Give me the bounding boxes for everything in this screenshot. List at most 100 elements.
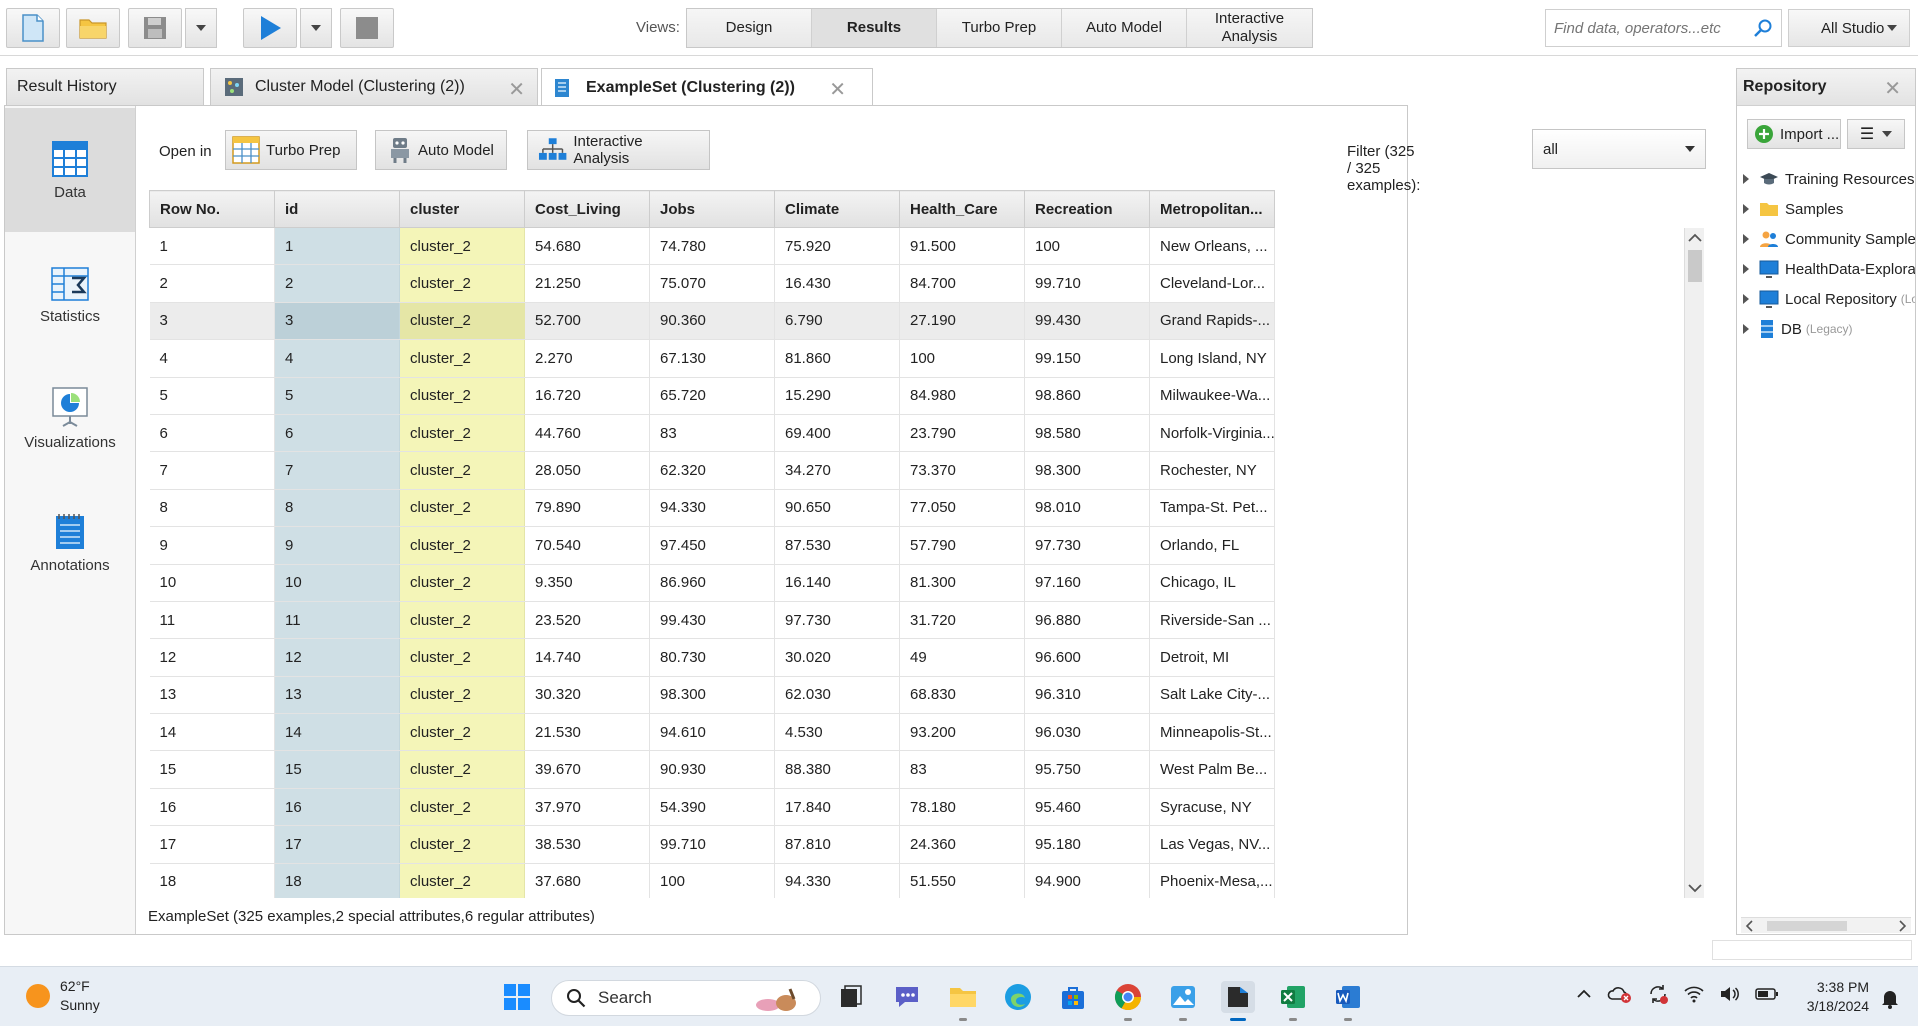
table-row[interactable]: 5 5 cluster_2 16.720 65.720 15.290 84.980 98.86…: [149, 377, 1275, 415]
taskbar-rapidminer[interactable]: [1221, 981, 1255, 1021]
chevron-up-icon[interactable]: [1685, 230, 1705, 246]
tab-exampleset[interactable]: ExampleSet (Clustering (2)) ✕: [541, 68, 873, 106]
table-row[interactable]: 10 10 cluster_2 9.350 86.960 16.140 81.300 97.1…: [149, 564, 1275, 602]
column-header[interactable]: Jobs: [649, 190, 775, 228]
close-icon[interactable]: ✕: [508, 77, 525, 102]
table-row[interactable]: 11 11 cluster_2 23.520 99.430 97.730 31.720 96.…: [149, 601, 1275, 640]
taskbar-chat[interactable]: [890, 981, 924, 1013]
tab-result-history[interactable]: Result History: [6, 68, 204, 105]
expand-arrow-icon[interactable]: [1743, 264, 1749, 274]
table-row[interactable]: 14 14 cluster_2 21.530 94.610 4.530 93.200 96.0…: [149, 713, 1275, 752]
taskbar-photos[interactable]: [1166, 981, 1200, 1021]
table-row[interactable]: 18 18 cluster_2 37.680 100 94.330 51.550 94.900…: [149, 863, 1275, 898]
view-turbo-prep[interactable]: Turbo Prep: [937, 9, 1062, 47]
chevron-right-icon[interactable]: [1895, 919, 1909, 933]
sync-icon[interactable]: [1647, 983, 1669, 1005]
column-header[interactable]: cluster: [399, 190, 525, 228]
close-icon[interactable]: ✕: [1884, 76, 1901, 101]
filter-select[interactable]: all: [1532, 129, 1706, 169]
cloud-sync-error-icon[interactable]: [1607, 984, 1633, 1004]
save-process-button[interactable]: [128, 8, 182, 48]
column-header[interactable]: Climate: [774, 190, 900, 228]
expand-arrow-icon[interactable]: [1743, 324, 1749, 334]
table-row[interactable]: 16 16 cluster_2 37.970 54.390 17.840 78.180 95.…: [149, 788, 1275, 827]
open-in-auto-model-button[interactable]: Auto Model: [375, 130, 507, 170]
run-process-button[interactable]: [243, 8, 297, 48]
taskbar-edge[interactable]: [1001, 981, 1035, 1013]
repo-item-training-resources[interactable]: Training Resources: [1743, 167, 1915, 191]
volume-icon[interactable]: [1719, 985, 1741, 1003]
column-header[interactable]: Health_Care: [899, 190, 1025, 228]
table-row[interactable]: 6 6 cluster_2 44.760 83 69.400 23.790 98.580 Nor…: [149, 414, 1275, 453]
expand-arrow-icon[interactable]: [1743, 294, 1749, 304]
taskbar-search[interactable]: Search: [551, 980, 821, 1016]
search-icon[interactable]: [1753, 18, 1773, 38]
repo-item-local-repository[interactable]: Local Repository (Lo: [1743, 287, 1915, 311]
global-search-input[interactable]: [1554, 19, 1754, 37]
table-row[interactable]: 13 13 cluster_2 30.320 98.300 62.030 68.830 96.…: [149, 676, 1275, 715]
column-header[interactable]: Row No.: [149, 190, 275, 228]
repo-item-db[interactable]: DB (Legacy): [1743, 317, 1853, 341]
view-design[interactable]: Design: [687, 9, 812, 47]
table-row[interactable]: 1 1 cluster_2 54.680 74.780 75.920 91.500 100 Ne…: [149, 227, 1275, 266]
close-icon[interactable]: ✕: [829, 77, 846, 102]
table-vertical-scrollbar[interactable]: [1684, 228, 1704, 898]
import-button[interactable]: Import ...: [1747, 119, 1841, 149]
chevron-down-icon[interactable]: [1685, 880, 1705, 896]
table-row[interactable]: 9 9 cluster_2 70.540 97.450 87.530 57.790 97.73…: [149, 526, 1275, 565]
column-header[interactable]: Cost_Living: [524, 190, 650, 228]
repo-item-community-samples[interactable]: Community Samples: [1743, 227, 1915, 251]
task-view-button[interactable]: [834, 981, 868, 1013]
nav-statistics[interactable]: Statistics: [5, 232, 135, 356]
open-in-turbo-prep-button[interactable]: Turbo Prep: [225, 130, 357, 170]
weather-widget[interactable]: 62°F Sunny: [26, 977, 100, 1015]
view-auto-model[interactable]: Auto Model: [1062, 9, 1187, 47]
scrollbar-thumb[interactable]: [1688, 250, 1702, 282]
wifi-icon[interactable]: [1683, 985, 1705, 1003]
table-row[interactable]: 2 2 cluster_2 21.250 75.070 16.430 84.700 99.71…: [149, 264, 1275, 303]
battery-icon[interactable]: [1755, 987, 1779, 1001]
run-options-dropdown[interactable]: [300, 8, 332, 48]
repository-horizontal-scrollbar[interactable]: [1741, 917, 1911, 933]
view-interactive-analysis[interactable]: Interactive Analysis: [1187, 9, 1312, 47]
table-row[interactable]: 3 3 cluster_2 52.700 90.360 6.790 27.190 99.430…: [149, 302, 1275, 341]
repository-menu-button[interactable]: ☰: [1847, 119, 1905, 149]
column-header[interactable]: id: [274, 190, 400, 228]
start-button[interactable]: [500, 981, 534, 1013]
notification-bell-icon[interactable]: [1880, 987, 1900, 1009]
taskbar-chrome[interactable]: [1111, 981, 1145, 1021]
column-header[interactable]: Metropolitan...: [1149, 190, 1275, 228]
nav-data[interactable]: Data: [5, 108, 135, 232]
new-process-button[interactable]: [6, 8, 60, 48]
taskbar-excel[interactable]: [1276, 981, 1310, 1021]
table-row[interactable]: 4 4 cluster_2 2.270 67.130 81.860 100 99.150 Lon…: [149, 339, 1275, 378]
taskbar-clock[interactable]: 3:38 PM 3/18/2024: [1797, 978, 1869, 1016]
table-row[interactable]: 15 15 cluster_2 39.670 90.930 88.380 83 95.750 W…: [149, 750, 1275, 789]
table-row[interactable]: 7 7 cluster_2 28.050 62.320 34.270 73.370 98.30…: [149, 451, 1275, 490]
expand-arrow-icon[interactable]: [1743, 234, 1749, 244]
taskbar-file-explorer[interactable]: [946, 981, 980, 1021]
view-results[interactable]: Results: [812, 9, 937, 47]
expand-arrow-icon[interactable]: [1743, 204, 1749, 214]
table-row[interactable]: 12 12 cluster_2 14.740 80.730 30.020 49 96.600 D…: [149, 638, 1275, 677]
taskbar-word[interactable]: [1331, 981, 1365, 1021]
table-cell: 6.790: [774, 302, 900, 341]
save-options-dropdown[interactable]: [185, 8, 217, 48]
column-header[interactable]: Recreation: [1024, 190, 1150, 228]
chevron-left-icon[interactable]: [1743, 919, 1757, 933]
tab-cluster-model[interactable]: Cluster Model (Clustering (2)) ✕: [210, 68, 538, 105]
table-row[interactable]: 8 8 cluster_2 79.890 94.330 90.650 77.050 98.01…: [149, 489, 1275, 528]
scrollbar-thumb[interactable]: [1767, 921, 1847, 931]
studio-selector[interactable]: All Studio: [1788, 9, 1910, 47]
open-in-interactive-analysis-button[interactable]: Interactive Analysis: [527, 130, 710, 170]
taskbar-store[interactable]: [1056, 981, 1090, 1013]
open-process-button[interactable]: [66, 8, 120, 48]
repo-item-healthdata[interactable]: HealthData-Explorat: [1743, 257, 1915, 281]
expand-arrow-icon[interactable]: [1743, 174, 1749, 184]
chevron-up-icon[interactable]: [1575, 985, 1593, 1003]
nav-visualizations[interactable]: Visualizations: [5, 356, 135, 480]
nav-annotations[interactable]: Annotations: [5, 480, 135, 604]
table-row[interactable]: 17 17 cluster_2 38.530 99.710 87.810 24.360 95.…: [149, 825, 1275, 864]
stop-process-button[interactable]: [340, 8, 394, 48]
repo-item-samples[interactable]: Samples: [1743, 197, 1843, 221]
